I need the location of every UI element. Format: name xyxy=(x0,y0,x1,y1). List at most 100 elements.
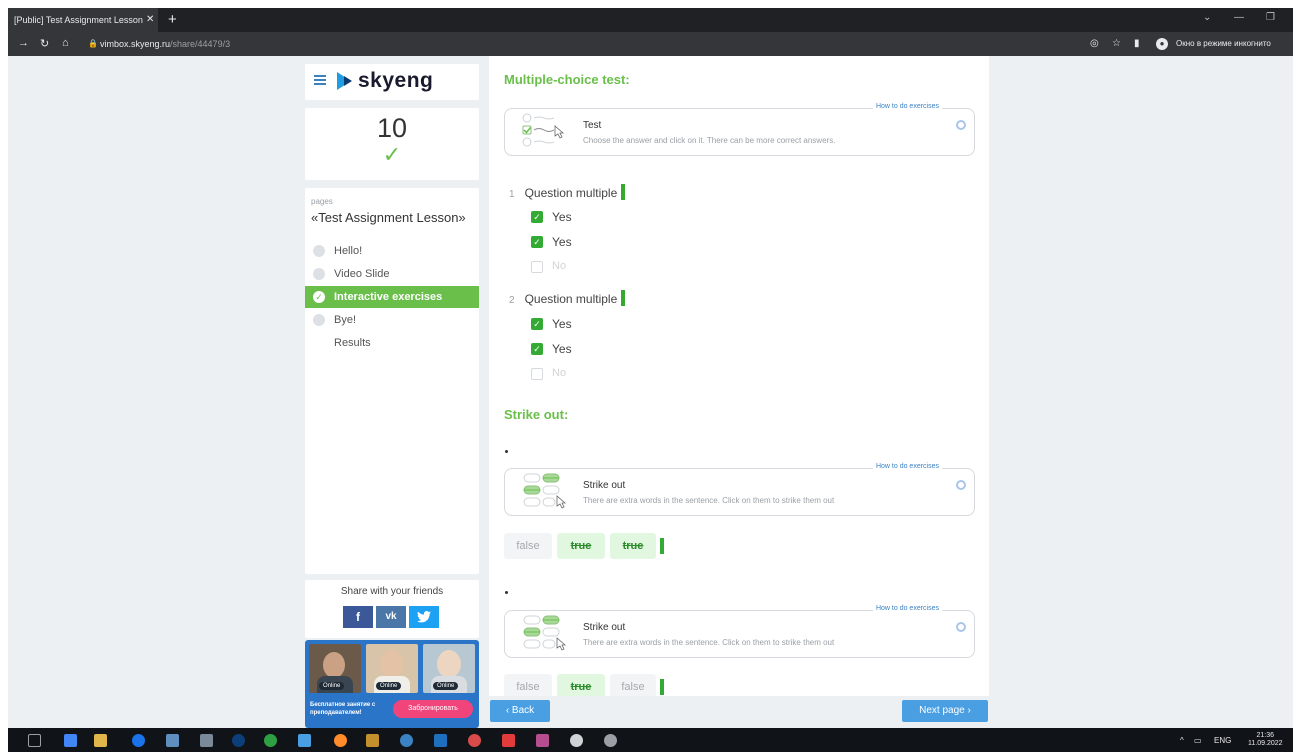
pages-card: pages «Test Assignment Lesson» Hello! Vi… xyxy=(305,188,479,574)
eye-off-icon[interactable]: ◎ xyxy=(1090,38,1099,49)
url-path: /share/44479/3 xyxy=(170,39,231,49)
menu-icon[interactable] xyxy=(314,75,326,85)
sidebar-item-label: Bye! xyxy=(334,314,357,326)
folder-icon[interactable] xyxy=(94,734,107,747)
task-view-icon[interactable] xyxy=(28,734,41,747)
close-icon[interactable] xyxy=(956,480,966,490)
strike-out-exercise-icon xyxy=(523,473,567,509)
sidebar-item-video-slide[interactable]: Video Slide xyxy=(305,263,479,285)
home-icon[interactable]: ⌂ xyxy=(62,37,69,49)
side-panel-icon[interactable]: ▮ xyxy=(1134,38,1140,49)
how-to-link[interactable]: How to do exercises xyxy=(872,103,942,110)
app-icon[interactable] xyxy=(132,734,145,747)
restore-icon[interactable]: ❐ xyxy=(1266,12,1275,23)
language-indicator[interactable]: ENG xyxy=(1214,736,1231,745)
promo-banner[interactable]: Online Online Online Бесплатное занятие … xyxy=(305,640,479,728)
instruction-desc: There are extra words in the sentence. C… xyxy=(583,496,835,505)
word-chip-struck[interactable]: true xyxy=(610,533,656,559)
instruction-block-strike-out: How to do exercises Strike out There are… xyxy=(504,463,975,516)
app-icon[interactable] xyxy=(264,734,277,747)
app-icon[interactable] xyxy=(502,734,515,747)
minimize-icon[interactable]: — xyxy=(1234,12,1244,23)
word-chip-struck[interactable]: true xyxy=(557,533,605,559)
app-icon[interactable] xyxy=(232,734,245,747)
lesson-title: «Test Assignment Lesson» xyxy=(311,210,466,225)
sidebar-item-results[interactable]: Results xyxy=(305,332,479,354)
strike-out-exercise-icon xyxy=(523,615,567,651)
app-icon[interactable] xyxy=(366,734,379,747)
network-icon[interactable]: ▭ xyxy=(1194,736,1202,745)
browser-tabbar: [Public] Test Assignment Lesson ✕ + ⌄ — … xyxy=(8,8,1293,32)
forward-icon[interactable]: → xyxy=(18,37,29,49)
app-icon[interactable] xyxy=(200,734,213,747)
question-text: Question multiple xyxy=(524,186,618,200)
online-badge: Online xyxy=(319,682,345,690)
facebook-button[interactable]: f xyxy=(343,606,373,628)
vk-button[interactable]: vk xyxy=(376,606,406,628)
answer-marker xyxy=(621,184,626,200)
share-title: Share with your friends xyxy=(340,586,444,597)
option-label: No xyxy=(552,260,567,272)
score-card: 10 ✓ xyxy=(305,108,479,180)
app-icon[interactable] xyxy=(334,734,347,747)
sidebar-item-bye[interactable]: Bye! xyxy=(305,309,479,331)
instruction-title: Test xyxy=(583,120,602,131)
star-icon[interactable]: ☆ xyxy=(1112,38,1121,49)
browser-tab[interactable]: [Public] Test Assignment Lesson ✕ xyxy=(8,8,158,32)
checkbox-empty-icon xyxy=(531,368,543,380)
promo-text: Бесплатное занятие с преподавателем! xyxy=(310,702,376,716)
sidebar-item-hello[interactable]: Hello! xyxy=(305,240,479,262)
close-icon[interactable] xyxy=(956,622,966,632)
checkbox-checked-icon: ✓ xyxy=(531,343,543,355)
instruction-desc: There are extra words in the sentence. C… xyxy=(583,638,835,647)
browser-addressbar: → ↻ ⌂ 🔒 vimbox.skyeng.ru/share/44479/3 ◎… xyxy=(8,32,1293,56)
gear-icon[interactable] xyxy=(570,734,583,747)
twitter-button[interactable] xyxy=(409,606,439,628)
word-chip-struck[interactable]: true xyxy=(557,674,605,696)
word-chip[interactable]: false xyxy=(504,674,552,696)
incognito-icon[interactable]: ● xyxy=(1156,38,1168,50)
word-chip[interactable]: false xyxy=(610,674,656,696)
teacher-photo: Online xyxy=(423,644,475,693)
app-icon[interactable] xyxy=(536,734,549,747)
instruction-desc: Choose the answer and click on it. There… xyxy=(583,136,836,145)
section-title-multiple-choice: Multiple-choice test: xyxy=(504,72,630,87)
sidebar-item-interactive-exercises[interactable]: ✓ Interactive exercises xyxy=(305,286,479,308)
tray-chevron-icon[interactable]: ^ xyxy=(1180,736,1184,745)
taskbar: ^ ▭ ENG 21:36 11.09.2022 xyxy=(8,728,1293,752)
status-dot-icon xyxy=(313,245,325,257)
option-label: Yes xyxy=(552,210,572,224)
next-page-button[interactable]: Next page › xyxy=(902,700,988,722)
word-chip[interactable]: false xyxy=(504,533,552,559)
bullet xyxy=(505,591,508,594)
book-button[interactable]: Забронировать xyxy=(393,700,473,718)
back-button[interactable]: ‹ Back xyxy=(490,700,550,722)
bullet xyxy=(505,450,508,453)
sidebar-item-label: Hello! xyxy=(334,245,363,257)
close-icon[interactable] xyxy=(956,120,966,130)
score-value: 10 xyxy=(376,113,408,143)
app-icon[interactable] xyxy=(434,734,447,747)
reload-icon[interactable]: ↻ xyxy=(40,37,49,50)
url-field[interactable]: vimbox.skyeng.ru/share/44479/3 xyxy=(100,39,230,49)
clock[interactable]: 21:36 11.09.2022 xyxy=(1248,732,1283,748)
app-icon[interactable] xyxy=(468,734,481,747)
question-text: Question multiple xyxy=(524,292,618,306)
how-to-link[interactable]: How to do exercises xyxy=(872,605,942,612)
tab-search-icon[interactable]: ⌄ xyxy=(1203,12,1211,23)
main-content: Multiple-choice test: How to do exercise… xyxy=(489,56,989,696)
how-to-link[interactable]: How to do exercises xyxy=(872,463,942,470)
new-tab-button[interactable]: + xyxy=(168,11,177,28)
answer-marker xyxy=(660,538,664,554)
app-icon[interactable] xyxy=(400,734,413,747)
logo-card: skyeng xyxy=(305,64,479,100)
app-icon[interactable] xyxy=(604,734,617,747)
app-icon[interactable] xyxy=(298,734,311,747)
app-icon[interactable] xyxy=(166,734,179,747)
tab-close-icon[interactable]: ✕ xyxy=(146,14,154,25)
answer-marker xyxy=(621,290,626,306)
online-badge: Online xyxy=(433,682,459,690)
chrome-icon[interactable] xyxy=(64,734,77,747)
instruction-block-strike-out: How to do exercises Strike out There are… xyxy=(504,605,975,658)
instruction-block-test: How to do exercises Test Choose the answ… xyxy=(504,103,975,156)
